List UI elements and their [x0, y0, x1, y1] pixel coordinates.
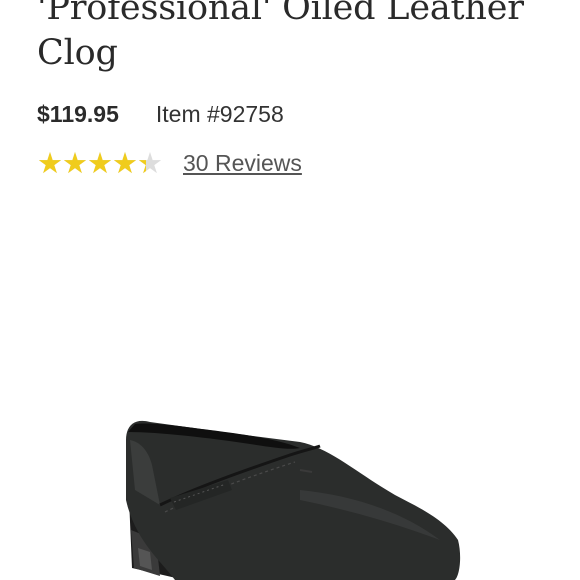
product-price: $119.95	[37, 100, 119, 127]
star-rating-filled-icons: ★★★★★	[37, 146, 146, 180]
reviews-link[interactable]: 30 Reviews	[183, 150, 302, 177]
price-row: $119.95 Item #92758	[37, 97, 284, 131]
clog-shoe-image	[126, 420, 461, 580]
rating-row: ★★★★★ ★★★★★ 30 Reviews	[37, 146, 302, 180]
item-number: Item #92758	[155, 100, 284, 127]
star-rating: ★★★★★ ★★★★★	[37, 146, 163, 180]
product-title-line-2: Clog	[37, 33, 118, 73]
product-title-line-1: 'Professional' Oiled Leather	[37, 0, 524, 28]
product-title: 'Professional' Oiled Leather Clog	[37, 0, 557, 76]
product-page: 'Professional' Oiled Leather Clog $119.9…	[0, 0, 580, 580]
